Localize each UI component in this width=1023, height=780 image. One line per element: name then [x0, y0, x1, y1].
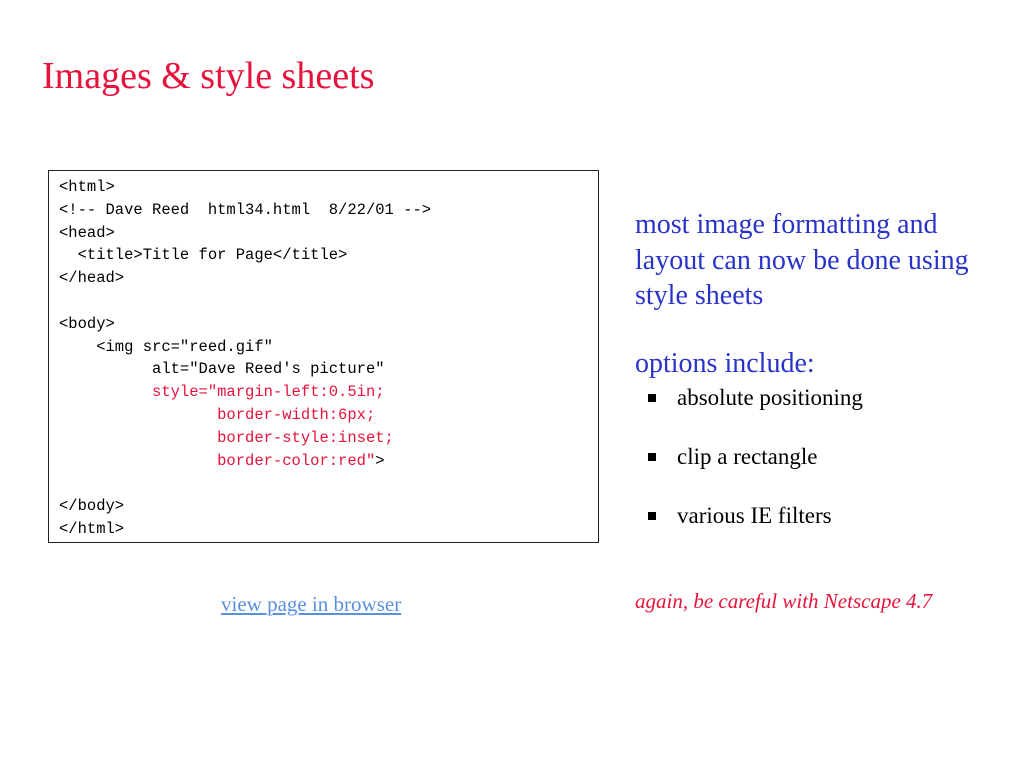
code-segment: <body> [59, 314, 115, 333]
code-line: <img src="reed.gif" [59, 336, 598, 359]
code-line: <title>Title for Page</title> [59, 244, 598, 267]
code-segment: style="margin-left:0.5in; [59, 383, 385, 402]
list-item: clip a rectangle [648, 441, 863, 473]
code-segment: border-width:6px; [59, 405, 376, 424]
slide-title: Images & style sheets [42, 55, 375, 97]
code-line: <body> [59, 313, 598, 336]
code-segment: </head> [59, 269, 125, 288]
code-line: </body> [59, 495, 598, 518]
code-segment: <title>Title for Page</title> [59, 246, 348, 265]
square-bullet-icon [648, 453, 656, 461]
code-segment: <html> [59, 178, 115, 196]
code-line: </head> [59, 267, 598, 290]
code-line: </html> [59, 518, 598, 541]
square-bullet-icon [648, 394, 656, 402]
code-line: <html> [59, 176, 598, 199]
code-segment: border-color:red" [59, 451, 376, 470]
intro-text: most image formatting and layout can now… [635, 209, 969, 311]
list-item-label: various IE filters [677, 503, 832, 528]
netscape-note: again, be careful with Netscape 4.7 [635, 589, 933, 613]
code-line: <head> [59, 222, 598, 245]
code-segment: </html> [59, 519, 125, 538]
square-bullet-icon [648, 512, 656, 520]
options-heading: options include: [635, 348, 815, 379]
code-line: border-color:red"> [59, 450, 598, 473]
code-line: alt="Dave Reed's picture" [59, 358, 598, 381]
code-line: border-width:6px; [59, 404, 598, 427]
options-list: absolute positioning clip a rectangle va… [648, 382, 863, 559]
list-item: various IE filters [648, 500, 863, 532]
code-segment: border-style:inset; [59, 428, 394, 447]
code-segment: <img src="reed.gif" [59, 337, 273, 356]
code-listing: <html> <!-- Dave Reed html34.html 8/22/01… [48, 170, 599, 543]
code-line: <!-- Dave Reed html34.html 8/22/01 --> [59, 199, 598, 222]
list-item-label: clip a rectangle [677, 444, 818, 469]
list-item: absolute positioning [648, 382, 863, 414]
code-segment: > [375, 451, 385, 470]
code-segment: <!-- Dave Reed html34.html 8/22/01 --> [59, 200, 432, 219]
code-segment: <head> [59, 223, 115, 242]
code-segment: alt="Dave Reed's picture" [59, 360, 385, 379]
code-line: border-style:inset; [59, 427, 598, 450]
code-line: style="margin-left:0.5in; [59, 381, 598, 404]
list-item-label: absolute positioning [677, 385, 863, 410]
view-page-in-browser-link[interactable]: view page in browser [221, 592, 401, 617]
code-segment: </body> [59, 497, 125, 516]
